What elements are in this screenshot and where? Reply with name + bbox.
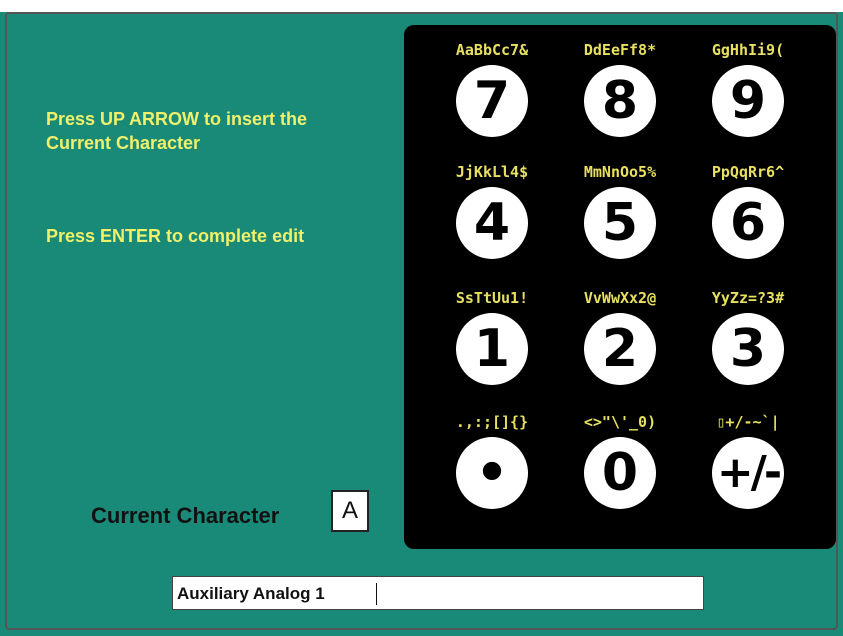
key-digit: 1 [456,313,528,385]
current-character-value: A [331,490,369,532]
key-plus-minus[interactable]: ▯+/-~`| +/- [688,413,808,523]
key-digit: 4 [456,187,528,259]
key-chars: SsTtUu1! [455,289,529,307]
current-character-label: Current Character [91,503,280,528]
key-chars: <>"\'_0) [583,413,657,431]
key-chars: DdEeFf8* [583,41,657,59]
text-caret [376,583,377,605]
key-digit: 6 [712,187,784,259]
key-digit: 8 [584,65,656,137]
key-chars: VvWwXx2@ [583,289,657,307]
edit-field-value: Auxiliary Analog 1 [177,584,325,603]
key-7[interactable]: AaBbCc7& 7 [432,41,552,151]
key-digit: 0 [584,437,656,509]
key-digit: 3 [712,313,784,385]
key-9[interactable]: GgHhIi9( 9 [688,41,808,151]
key-1[interactable]: SsTtUu1! 1 [432,289,552,399]
instruction-insert: Press UP ARROW to insert the Current Cha… [46,109,313,153]
key-6[interactable]: PpQqRr6^ 6 [688,163,808,273]
key-3[interactable]: YyZz=?3# 3 [688,289,808,399]
key-digit: 5 [584,187,656,259]
key-chars: JjKkLl4$ [455,163,529,181]
key-chars: PpQqRr6^ [711,163,785,181]
key-8[interactable]: DdEeFf8* 8 [560,41,680,151]
key-decimal[interactable]: .,:;[]{} • [432,413,552,523]
instruction-enter: Press ENTER to complete edit [46,226,305,246]
key-chars: AaBbCc7& [455,41,529,59]
key-4[interactable]: JjKkLl4$ 4 [432,163,552,273]
key-0[interactable]: <>"\'_0) 0 [560,413,680,523]
key-digit: • [456,437,528,509]
key-digit: 2 [584,313,656,385]
key-digit: 7 [456,65,528,137]
key-chars: ▯+/-~`| [716,413,780,431]
key-chars: .,:;[]{} [455,413,529,431]
key-chars: MmNnOo5% [583,163,657,181]
key-2[interactable]: VvWwXx2@ 2 [560,289,680,399]
edit-field[interactable]: Auxiliary Analog 1 [172,576,704,610]
key-5[interactable]: MmNnOo5% 5 [560,163,680,273]
title-bar [0,0,843,12]
key-digit: +/- [712,437,784,509]
keypad: AaBbCc7& 7 DdEeFf8* 8 GgHhIi9( 9 JjKkLl4… [404,25,836,549]
key-digit: 9 [712,65,784,137]
key-chars: YyZz=?3# [711,289,785,307]
key-chars: GgHhIi9( [711,41,785,59]
